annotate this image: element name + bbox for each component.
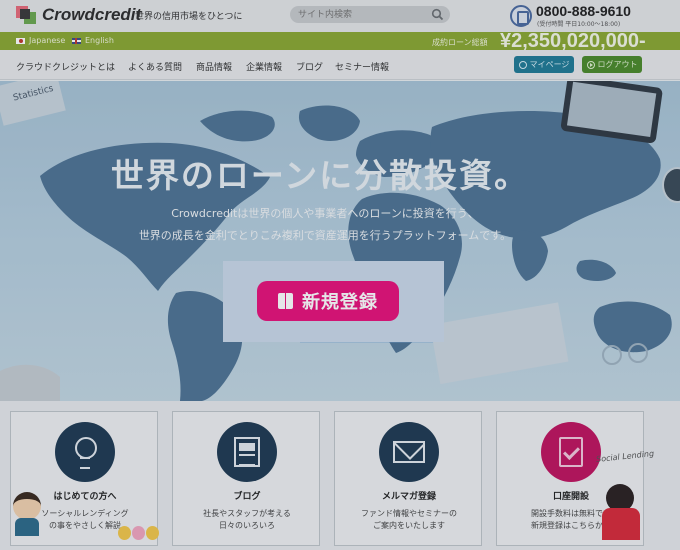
card-icon-circle bbox=[217, 422, 277, 482]
logout-label: ログアウト bbox=[597, 60, 638, 69]
card-icon-circle bbox=[379, 422, 439, 482]
mail-icon bbox=[393, 441, 425, 463]
mypage-button[interactable]: マイページ bbox=[514, 56, 574, 73]
uk-flag-icon bbox=[72, 37, 81, 44]
logout-button[interactable]: ログアウト bbox=[582, 56, 642, 73]
child-illustration bbox=[600, 484, 642, 540]
phone-icon bbox=[510, 5, 532, 27]
site-logo[interactable]: Crowdcredit bbox=[16, 5, 141, 25]
card-icon-circle bbox=[55, 422, 115, 482]
lang-english-link[interactable]: English bbox=[72, 36, 114, 45]
mascot-illustration bbox=[10, 492, 44, 536]
card-description: 日々のいろいろ bbox=[219, 521, 275, 530]
document-icon bbox=[234, 437, 260, 467]
nav-item-faq[interactable]: よくある質問 bbox=[128, 60, 182, 73]
site-tagline: 世界の信用市場をひとつに bbox=[135, 12, 243, 22]
hero-subtitle-line2: 世界の成長を金利でとりこみ複利で資産運用を行うプラットフォームです。 bbox=[138, 229, 512, 242]
nav-item-about[interactable]: クラウドクレジットとは bbox=[16, 60, 115, 73]
nav-item-products[interactable]: 商品情報 bbox=[196, 60, 232, 73]
hero-subtitle-line1: Crowdcreditは世界の個人や事業者へのローンに投資を行う、 bbox=[171, 207, 479, 220]
phone-hours: (受付時間 平日10:00～18:00) bbox=[537, 21, 621, 28]
search-box bbox=[290, 6, 450, 23]
mypage-label: マイページ bbox=[529, 60, 570, 69]
signup-label: 新規登録 bbox=[302, 292, 378, 313]
logo-mark-icon bbox=[16, 6, 38, 24]
nav-item-seminar[interactable]: セミナー情報 bbox=[335, 60, 389, 73]
nav-item-company[interactable]: 企業情報 bbox=[246, 60, 282, 73]
lang-english-label: English bbox=[85, 36, 114, 45]
card-newsletter[interactable]: メルマガ登録 ファンド情報やセミナーの ご案内をいたします bbox=[334, 411, 482, 546]
signup-button[interactable]: 新規登録 bbox=[257, 281, 399, 321]
lang-japanese-label: Japanese bbox=[29, 36, 66, 45]
bunny-illustration bbox=[118, 520, 160, 540]
japan-flag-icon bbox=[16, 37, 25, 44]
search-icon[interactable] bbox=[431, 8, 444, 21]
user-icon bbox=[518, 60, 527, 69]
card-icon-circle bbox=[541, 422, 601, 482]
feature-cards: はじめての方へ ソーシャルレンディング の事をやさしく解説 ブログ 社長やスタッ… bbox=[0, 401, 680, 550]
hero-title: 世界のローンに分散投資。 bbox=[110, 156, 530, 195]
top-header: Crowdcredit 世界の信用市場をひとつに 0800-888-9610 (… bbox=[0, 0, 680, 32]
loan-total-label: 成約ローン総額 bbox=[432, 38, 488, 47]
card-description: ファンド情報やセミナーの bbox=[361, 509, 457, 518]
card-description: 社長やスタッフが考える bbox=[203, 509, 291, 518]
logo-text: Crowdcredit bbox=[42, 5, 142, 24]
hero-banner: Statistics 世界のローンに分散投資。 Crowdcreditは世界の個… bbox=[0, 81, 680, 401]
search-input[interactable] bbox=[298, 8, 430, 21]
card-blog[interactable]: ブログ 社長やスタッフが考える 日々のいろいろ bbox=[172, 411, 320, 546]
signup-panel: 新規登録 bbox=[223, 261, 444, 342]
checklist-icon bbox=[559, 437, 583, 467]
card-title: メルマガ登録 bbox=[381, 492, 436, 502]
book-icon bbox=[278, 292, 294, 310]
lightbulb-icon bbox=[74, 437, 97, 469]
logout-icon bbox=[586, 60, 595, 69]
card-title: ブログ bbox=[233, 492, 261, 502]
main-nav: クラウドクレジットとは よくある質問 商品情報 企業情報 ブログ セミナー情報 … bbox=[0, 50, 680, 80]
nav-item-blog[interactable]: ブログ bbox=[296, 60, 323, 73]
info-bar: Japanese English 成約ローン総額 ¥2,350,020,000- bbox=[0, 30, 680, 52]
lang-japanese-link[interactable]: Japanese bbox=[16, 36, 65, 45]
card-description: ご案内をいたします bbox=[373, 521, 445, 530]
phone-number[interactable]: 0800-888-9610 bbox=[536, 3, 631, 19]
